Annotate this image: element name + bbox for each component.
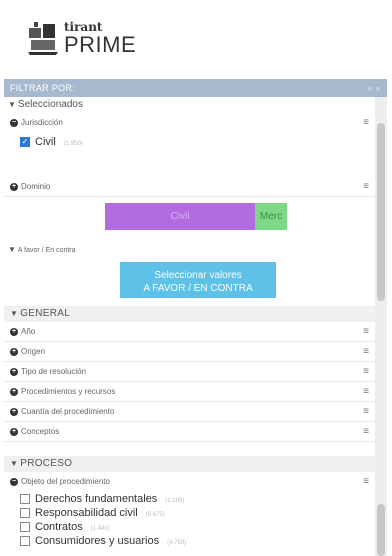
filter-bar: FILTRAR POR: « »	[4, 79, 387, 97]
checkbox-icon[interactable]	[20, 508, 30, 519]
chevron-down-icon: ▼	[10, 309, 19, 318]
menu-icon[interactable]: ≡	[363, 472, 369, 492]
selected-heading[interactable]: ▼ Seleccionados	[4, 97, 375, 113]
app-header: tirant PRIME	[0, 0, 392, 75]
filter-row-jurisdiccion[interactable]: − Jurisdicción ≡	[4, 113, 375, 133]
logo-tirant: tirant	[64, 19, 103, 34]
add-icon[interactable]: +	[10, 347, 18, 356]
chevron-down-icon: ▼	[8, 245, 16, 254]
filter-row-objeto[interactable]: − Objeto del procedimiento ≡	[4, 472, 375, 492]
dominio-bar-civil[interactable]: Civil	[105, 203, 255, 230]
logo-prime: PRIME	[64, 31, 137, 57]
menu-icon[interactable]: ≡	[363, 362, 369, 382]
filter-panel: ▼ Seleccionados − Jurisdicción ≡ ✓ Civil (1.…	[4, 97, 387, 556]
dominio-bar-merc[interactable]: Merc	[255, 203, 287, 230]
collapse-panel-icon[interactable]: « »	[368, 79, 381, 97]
filter-row-procedimientos[interactable]: + Procedimientos y recursos ≡	[4, 382, 375, 402]
checkbox-consumidores[interactable]: Consumidores y usuarios (4.759)	[4, 534, 375, 548]
add-icon[interactable]: +	[10, 387, 18, 396]
filter-row-cuantia[interactable]: + Cuantía del procedimiento ≡	[4, 402, 375, 422]
proceso-section: ▼ PROCESO − Objeto del procedimiento ≡ Der…	[4, 456, 375, 548]
menu-icon[interactable]: ≡	[363, 342, 369, 362]
add-icon[interactable]: +	[10, 327, 18, 336]
menu-icon[interactable]: ≡	[363, 113, 369, 133]
filter-row-origen[interactable]: + Origen ≡	[4, 342, 375, 362]
scrollbar[interactable]	[375, 97, 387, 556]
remove-icon[interactable]: −	[10, 477, 18, 486]
add-icon[interactable]: +	[10, 407, 18, 416]
checkbox-contratos[interactable]: Contratos (1.440)	[4, 520, 375, 534]
checkbox-civil[interactable]: ✓ Civil (1.950)	[4, 133, 375, 153]
add-icon[interactable]: +	[10, 427, 18, 436]
afavor-heading[interactable]: ▼ A favor / En contra	[8, 245, 76, 254]
checkbox-icon[interactable]	[20, 522, 30, 533]
general-section: ▼ GENERAL + Año ≡ + Origen ≡ + Tipo de resol…	[4, 306, 375, 442]
scrollbar-thumb-secondary[interactable]	[377, 504, 385, 556]
checkbox-derechos-fundamentales[interactable]: Derechos fundamentales (1.189)	[4, 492, 375, 506]
add-icon[interactable]: +	[10, 367, 18, 376]
menu-icon[interactable]: ≡	[363, 402, 369, 422]
filter-row-dominio[interactable]: + Dominio ≡	[4, 177, 375, 197]
filter-bar-title: FILTRAR POR:	[10, 83, 75, 93]
proceso-heading[interactable]: ▼ PROCESO	[4, 456, 375, 472]
logo-mark-icon	[28, 22, 58, 55]
menu-icon[interactable]: ≡	[363, 322, 369, 342]
checkbox-responsabilidad-civil[interactable]: Responsabilidad civil (5.675)	[4, 506, 375, 520]
selected-section: ▼ Seleccionados − Jurisdicción ≡ ✓ Civil (1.…	[4, 97, 375, 153]
menu-icon[interactable]: ≡	[363, 382, 369, 402]
checkbox-icon[interactable]	[20, 494, 30, 505]
filter-row-ano[interactable]: + Año ≡	[4, 322, 375, 342]
add-icon[interactable]: +	[10, 182, 18, 191]
filter-row-tipo-resolucion[interactable]: + Tipo de resolución ≡	[4, 362, 375, 382]
scrollbar-thumb[interactable]	[377, 123, 385, 301]
menu-icon[interactable]: ≡	[363, 177, 369, 197]
remove-icon[interactable]: −	[10, 118, 18, 127]
chevron-down-icon: ▼	[8, 100, 16, 109]
checkbox-icon[interactable]	[20, 536, 30, 547]
select-afavor-button[interactable]: Seleccionar valores A FAVOR / EN CONTRA	[120, 262, 276, 298]
logo[interactable]: tirant PRIME	[26, 20, 136, 56]
menu-icon[interactable]: ≡	[363, 422, 369, 442]
checkbox-checked-icon[interactable]: ✓	[20, 137, 30, 148]
general-heading[interactable]: ▼ GENERAL	[4, 306, 375, 322]
chevron-down-icon: ▼	[10, 459, 19, 468]
filter-row-conceptos[interactable]: + Conceptos ≡	[4, 422, 375, 442]
